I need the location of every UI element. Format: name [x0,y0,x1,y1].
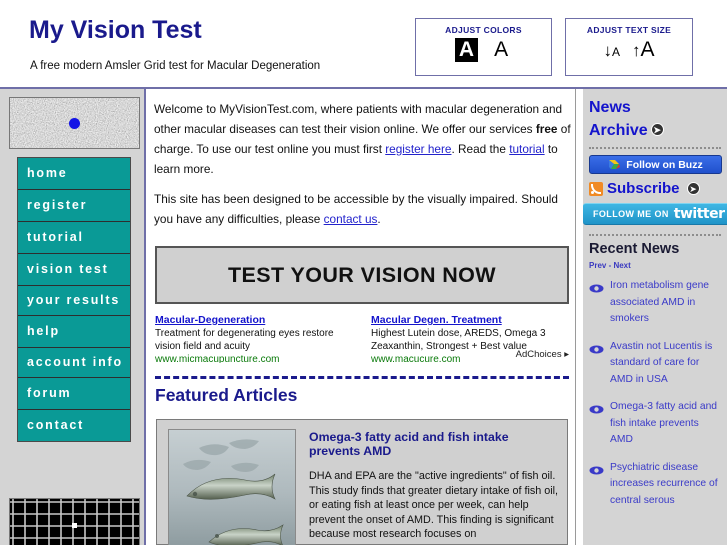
follow-on-buzz-button[interactable]: Follow on Buzz [589,155,722,174]
normal-contrast-swatch[interactable]: A [490,38,513,62]
sidebar-item-your-results[interactable]: your results [18,286,130,316]
news-item-text: Avastin not Lucentis is standard of care… [610,340,713,385]
featured-divider [155,376,569,379]
news-item-text: Iron metabolism gene associated AMD in s… [610,280,710,324]
increase-text-size-icon[interactable]: ↑A [632,38,655,64]
news-archive-block[interactable]: News Archive ➤ [589,89,721,142]
follow-on-buzz-label: Follow on Buzz [626,158,703,171]
prev-next-control[interactable]: Prev - Next [589,261,721,270]
adchoices-triangle-icon: ▸ [564,349,569,360]
featured-article-card[interactable]: Omega-3 fatty acid and fish intake preve… [156,419,568,545]
featured-articles-heading: Featured Articles [155,385,298,405]
amsler-center-dot-icon [72,522,77,528]
salmon-fish-photo [168,429,296,545]
eye-icon [589,342,604,353]
arrow-right-circle-icon: ➤ [650,123,664,136]
fish-illustration-icon [169,430,295,545]
main-content: Welcome to MyVisionTest.com, where patie… [147,89,575,545]
news-archive-label: Archive [589,122,648,139]
amsler-grid-thumbnail[interactable] [9,498,140,545]
adchoices-text: AdChoices [515,349,562,360]
site-header: My Vision Test A free modern Amsler Grid… [0,0,727,89]
adjust-colors-button[interactable]: ADJUST COLORS A A [415,18,552,76]
featured-article-title[interactable]: Omega-3 fatty acid and fish intake preve… [309,430,559,458]
google-buzz-icon [608,158,621,171]
test-your-vision-button[interactable]: TEST YOUR VISION NOW [155,246,569,304]
sidebar-item-help[interactable]: help [18,316,130,348]
site-title: My Vision Test [29,16,202,44]
vision-noise-image [9,97,140,149]
intro-text-a: Welcome to MyVisionTest.com, where patie… [154,102,563,136]
list-item[interactable]: Omega-3 fatty acid and fish intake preve… [589,399,721,449]
ad-title[interactable]: Macular-Degeneration [155,313,355,327]
adjust-colors-swatches: A A [416,38,551,62]
sidebar-item-contact[interactable]: contact [18,410,130,441]
news-item-text: Omega-3 fatty acid and fish intake preve… [610,401,718,445]
ad-url: www.micmacupuncture.com [155,354,280,363]
arrow-right-circle-icon: ➤ [686,182,700,195]
twitter-prefix-label: FOLLOW ME ON [593,209,669,219]
sidebar-item-register[interactable]: register [18,190,130,222]
news-item-text: Psychiatric disease increases recurrence… [610,461,718,506]
intro-text-f: . [377,212,381,226]
tutorial-link[interactable]: tutorial [509,142,544,156]
rss-feed-icon [589,181,603,196]
right-sidebar: News Archive ➤ Follow on Buzz Subscribe ➤… [583,89,727,545]
intro-paragraph-2: This site has been designed to be access… [154,189,574,229]
ad-title[interactable]: Macular Degen. Treatment [371,313,569,327]
featured-article-body: Omega-3 fatty acid and fish intake preve… [309,430,559,542]
sidebar-item-forum[interactable]: forum [18,378,130,410]
ad-line-1: Treatment for degenerating eyes restore [155,328,334,339]
ad-line-2: vision field and acuity [155,341,251,352]
adjust-text-size-button[interactable]: ADJUST TEXT SIZE ↓A ↑A [565,18,693,76]
list-item[interactable]: Psychiatric disease increases recurrence… [589,460,721,510]
adjust-text-size-label: ADJUST TEXT SIZE [586,25,672,35]
ad-line-1: Highest Lutein dose, AREDS, Omega 3 [371,328,546,339]
eye-icon [589,463,604,474]
follow-me-on-twitter-button[interactable]: FOLLOW ME ON twitter [583,203,727,225]
subscribe-link[interactable]: Subscribe ➤ [589,180,721,197]
contact-us-link[interactable]: contact us [324,212,378,226]
site-tagline: A free modern Amsler Grid test for Macul… [30,60,321,72]
sidebar-item-account-info[interactable]: account info [18,348,130,378]
recent-news-divider [589,234,721,236]
eye-icon [589,281,604,293]
list-item[interactable]: Iron metabolism gene associated AMD in s… [589,278,721,328]
list-item[interactable]: Avastin not Lucentis is standard of care… [589,339,721,389]
news-archive-line-1[interactable]: News [589,96,721,119]
decrease-text-size-icon[interactable]: ↓A [603,39,620,64]
adchoices-label[interactable]: AdChoices ▸ [516,349,569,360]
news-archive-divider [589,147,721,149]
fixation-dot-icon [69,117,80,129]
sidebar-item-home[interactable]: home [18,158,130,190]
main-navigation: home register tutorial vision test your … [17,157,131,442]
sidebar-item-tutorial[interactable]: tutorial [18,222,130,254]
eye-icon [589,402,604,414]
high-contrast-swatch[interactable]: A [454,38,479,62]
sidebar-item-vision-test[interactable]: vision test [18,254,130,286]
adjust-colors-label: ADJUST COLORS [445,25,522,35]
intro-text-c: . Read the [451,142,510,156]
page-root: My Vision Test A free modern Amsler Grid… [0,0,727,545]
recent-news-heading: Recent News [589,241,680,257]
left-sidebar: home register tutorial vision test your … [0,89,146,545]
subscribe-label: Subscribe [607,180,680,197]
main-content-divider [575,89,576,545]
adjust-text-size-controls: ↓A ↑A [566,38,692,64]
news-archive-line-2[interactable]: Archive ➤ [589,119,721,142]
left-sidebar-divider [144,89,146,545]
register-here-link[interactable]: register here [385,142,451,156]
advertisement-block: Macular-Degeneration Treatment for degen… [155,313,569,363]
intro-paragraph-1: Welcome to MyVisionTest.com, where patie… [154,99,574,179]
intro-free-emphasis: free [535,122,558,136]
featured-article-excerpt: DHA and EPA are the "active ingredients"… [309,470,559,540]
twitter-brand-label: twitter [673,206,725,222]
ad-slot-1[interactable]: Macular-Degeneration Treatment for degen… [155,313,355,363]
